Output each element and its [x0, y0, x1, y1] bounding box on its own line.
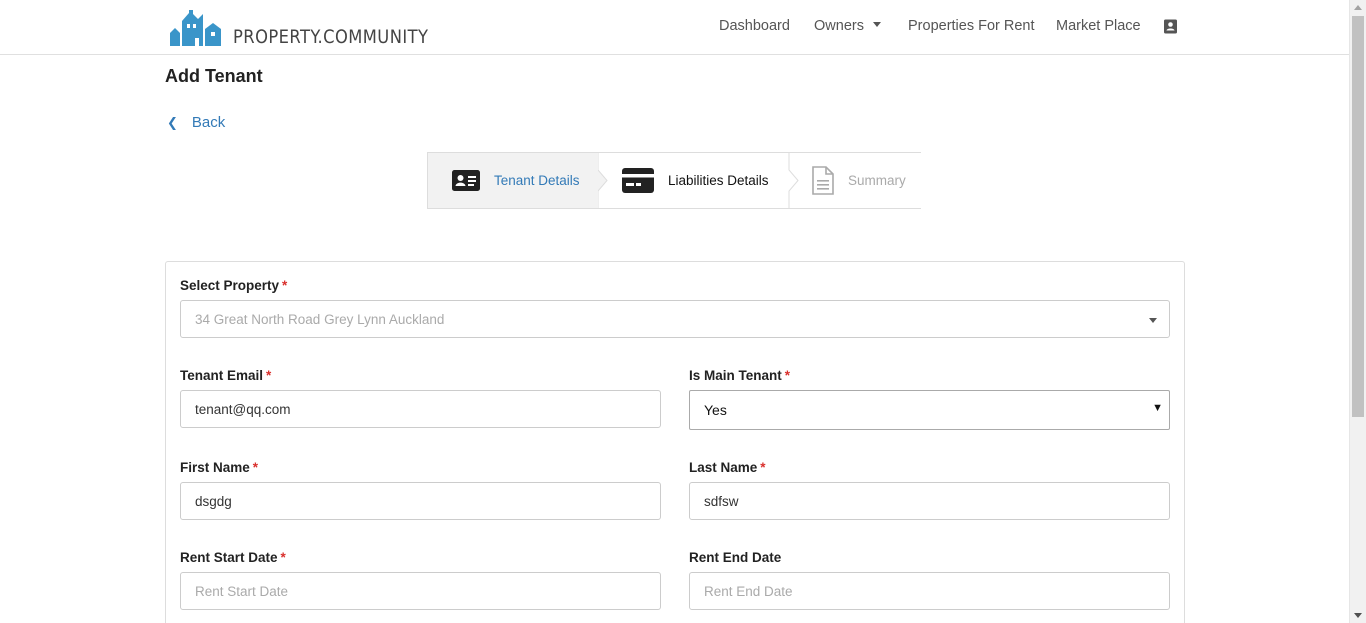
- nav-market-place[interactable]: Market Place: [1056, 18, 1141, 34]
- is-main-tenant-label: Is Main Tenant *: [689, 368, 790, 383]
- wizard-stepper: Tenant Details Liabilities Details Summa…: [427, 152, 921, 209]
- nav-owners[interactable]: Owners: [814, 18, 881, 34]
- first-name-value: dsgdg: [195, 493, 232, 509]
- step-liabilities-details[interactable]: Liabilities Details: [610, 153, 789, 208]
- scroll-up-arrow-icon[interactable]: [1354, 5, 1362, 10]
- caret-down-icon: [1149, 318, 1157, 323]
- scroll-thumb[interactable]: [1352, 16, 1364, 417]
- select-property-label-text: Select Property: [180, 278, 280, 293]
- last-name-value: sdfsw: [704, 493, 739, 509]
- required-mark: *: [784, 368, 791, 383]
- triangle-down-icon: ▼: [1152, 402, 1163, 414]
- select-property-label: Select Property *: [180, 278, 287, 293]
- last-name-input[interactable]: sdfsw: [689, 482, 1170, 520]
- rent-start-date-input[interactable]: Rent Start Date: [180, 572, 661, 610]
- tenant-email-value: tenant@qq.com: [195, 401, 291, 417]
- brand-logo[interactable]: PROPERTY.COMMUNITY: [169, 5, 460, 47]
- chevron-left-icon: ❮: [167, 114, 178, 130]
- required-mark: *: [266, 368, 272, 383]
- step-tenant-details-label: Tenant Details: [494, 173, 580, 188]
- id-card-icon: [452, 170, 480, 191]
- rent-end-date-input[interactable]: Rent End Date: [689, 572, 1170, 610]
- rent-start-date-placeholder: Rent Start Date: [195, 583, 289, 599]
- step-separator: [598, 153, 608, 208]
- brand-name: PROPERTY.COMMUNITY: [233, 26, 429, 48]
- top-navbar: PROPERTY.COMMUNITY Dashboard Owners Prop…: [0, 0, 1349, 55]
- page-title: Add Tenant: [165, 66, 263, 86]
- tenant-email-input[interactable]: tenant@qq.com: [180, 390, 661, 428]
- required-mark: *: [252, 460, 259, 475]
- nav-owners-label: Owners: [814, 18, 864, 34]
- tenant-form-card: Select Property * 34 Great North Road Gre…: [165, 261, 1185, 623]
- step-summary-label: Summary: [848, 173, 906, 188]
- last-name-label-text: Last Name: [689, 460, 758, 475]
- rent-start-date-label: Rent Start Date *: [180, 550, 286, 565]
- step-summary[interactable]: Summary: [800, 153, 921, 208]
- back-label: Back: [191, 114, 226, 131]
- is-main-tenant-select[interactable]: Yes ▼: [689, 390, 1170, 430]
- property-select[interactable]: 34 Great North Road Grey Lynn Auckland: [180, 300, 1170, 338]
- first-name-label-text: First Name: [180, 460, 250, 475]
- required-mark: *: [280, 550, 286, 565]
- tenant-email-label: Tenant Email *: [180, 368, 271, 383]
- contact-card-icon[interactable]: [1163, 19, 1178, 34]
- rent-end-date-label: Rent End Date: [689, 550, 782, 565]
- document-icon: [812, 166, 834, 195]
- is-main-tenant-label-text: Is Main Tenant: [689, 368, 782, 383]
- nav-dashboard[interactable]: Dashboard: [719, 18, 790, 34]
- first-name-input[interactable]: dsgdg: [180, 482, 661, 520]
- nav-properties-for-rent[interactable]: Properties For Rent: [908, 18, 1035, 34]
- caret-down-icon: [872, 21, 881, 27]
- required-mark: *: [760, 460, 766, 475]
- rent-start-date-label-text: Rent Start Date: [180, 550, 278, 565]
- property-select-value: 34 Great North Road Grey Lynn Auckland: [195, 311, 445, 327]
- is-main-tenant-value: Yes: [704, 402, 727, 418]
- page-scrollbar[interactable]: [1349, 0, 1366, 623]
- back-link[interactable]: ❮ Back: [167, 114, 225, 131]
- first-name-label: First Name *: [180, 460, 258, 475]
- step-tenant-details[interactable]: Tenant Details: [427, 153, 598, 208]
- scroll-down-arrow-icon[interactable]: [1354, 613, 1362, 618]
- last-name-label: Last Name *: [689, 460, 766, 475]
- step-separator: [788, 153, 799, 208]
- rent-end-date-placeholder: Rent End Date: [704, 583, 793, 599]
- step-liabilities-details-label: Liabilities Details: [668, 173, 769, 188]
- credit-card-icon: [622, 168, 654, 193]
- required-mark: *: [282, 278, 288, 293]
- tenant-email-label-text: Tenant Email: [180, 368, 264, 383]
- houses-logo-icon: [170, 10, 221, 46]
